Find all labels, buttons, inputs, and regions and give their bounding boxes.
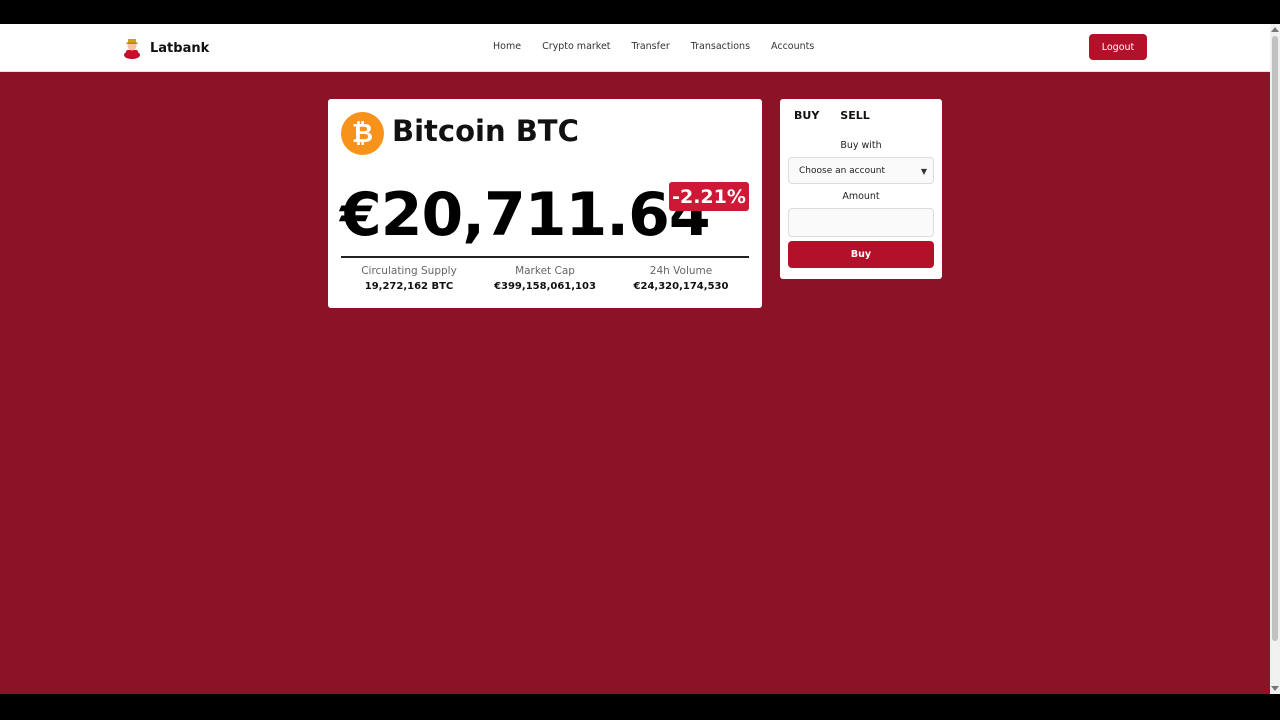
stat-value: €24,320,174,530 [633, 281, 729, 292]
stat-market-cap: Market Cap €399,158,061,103 [477, 265, 613, 292]
stat-label: Market Cap [515, 265, 575, 277]
vertical-scrollbar[interactable] [1270, 24, 1280, 694]
banker-logo-icon [124, 39, 140, 59]
coin-name: Bitcoin BTC [392, 114, 579, 148]
chevron-down-icon: ▼ [920, 167, 927, 176]
nav-link-transactions[interactable]: Transactions [691, 41, 750, 52]
trade-tabs: BUY SELL [794, 109, 870, 122]
page-viewport: Latbank Home Crypto market Transfer Tran… [0, 24, 1280, 694]
stat-circulating-supply: Circulating Supply 19,272,162 BTC [341, 265, 477, 292]
stat-label: 24h Volume [649, 265, 713, 277]
nav-link-transfer[interactable]: Transfer [632, 41, 670, 52]
amount-label: Amount [842, 191, 880, 202]
divider [341, 256, 749, 258]
buy-with-label: Buy with [840, 140, 882, 151]
trade-card: BUY SELL Buy with Choose an account ▼ Am… [780, 99, 942, 279]
nav-links: Home Crypto market Transfer Transactions… [493, 41, 814, 52]
stat-value: 19,272,162 BTC [364, 281, 454, 292]
buy-button[interactable]: Buy [788, 241, 934, 268]
coin-stats: Circulating Supply 19,272,162 BTC Market… [341, 265, 749, 292]
amount-input[interactable] [788, 208, 934, 237]
stat-label: Circulating Supply [361, 265, 457, 277]
coin-price: €20,711.64 [340, 180, 711, 250]
stat-24h-volume: 24h Volume €24,320,174,530 [613, 265, 749, 292]
account-select[interactable]: Choose an account ▼ [788, 157, 934, 184]
tab-sell[interactable]: SELL [840, 109, 869, 122]
nav-link-accounts[interactable]: Accounts [771, 41, 814, 52]
navbar: Latbank Home Crypto market Transfer Tran… [0, 24, 1270, 72]
brand[interactable]: Latbank [122, 37, 209, 59]
stat-value: €399,158,061,103 [494, 281, 596, 292]
account-select-value: Choose an account [799, 165, 886, 176]
scrollbar-thumb[interactable] [1272, 36, 1278, 641]
price-change-badge: -2.21% [669, 182, 749, 211]
scroll-down-arrow-icon[interactable] [1271, 686, 1279, 691]
nav-link-home[interactable]: Home [493, 41, 521, 52]
brand-name: Latbank [150, 40, 210, 56]
tab-buy[interactable]: BUY [794, 109, 819, 122]
bitcoin-icon: ₿ [341, 112, 384, 155]
coin-card: ₿ Bitcoin BTC €20,711.64 -2.21% Circulat… [328, 99, 762, 308]
scroll-up-arrow-icon[interactable] [1271, 27, 1279, 32]
nav-link-crypto-market[interactable]: Crypto market [542, 41, 610, 52]
logout-button[interactable]: Logout [1089, 34, 1147, 60]
